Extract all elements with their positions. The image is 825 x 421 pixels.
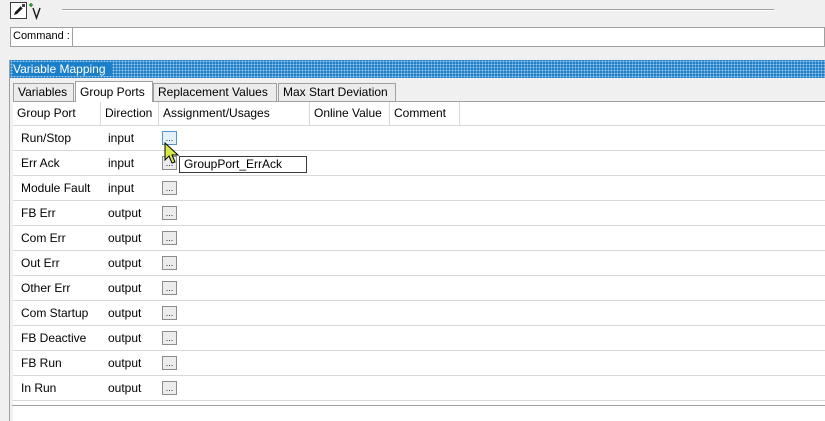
group-port-name: FB Run <box>21 356 62 370</box>
column-header-assignment-usages[interactable]: Assignment/Usages <box>159 102 310 125</box>
group-port-name: FB Err <box>21 206 56 220</box>
mouse-pointer-icon <box>164 141 180 166</box>
table-row[interactable]: Com Err output ... <box>13 226 825 251</box>
group-port-name: Run/Stop <box>21 131 72 145</box>
toolbar-separator <box>62 9 774 11</box>
direction-value: input <box>108 131 135 145</box>
direction-value: output <box>108 231 142 245</box>
direction-value: output <box>108 306 142 320</box>
tab-variables[interactable]: Variables <box>13 83 74 101</box>
panel-bottom-edge <box>12 405 825 406</box>
assignment-tooltip: GroupPort_ErrAck <box>179 156 307 173</box>
group-port-name: Com Startup <box>21 306 89 320</box>
tab-max-start-deviation[interactable]: Max Start Deviation <box>278 83 396 101</box>
toolbar <box>0 0 825 24</box>
table-row[interactable]: In Run output ... <box>13 376 825 401</box>
group-port-name: In Run <box>21 381 57 395</box>
command-input[interactable] <box>72 27 825 47</box>
table-row[interactable]: Other Err output ... <box>13 276 825 301</box>
group-port-name: Err Ack <box>21 156 60 170</box>
table-row[interactable]: Out Err output ... <box>13 251 825 276</box>
group-port-name: FB Deactive <box>21 331 87 345</box>
table-row[interactable]: Err Ack input ... <box>13 151 825 176</box>
assignment-browse-button[interactable]: ... <box>162 256 177 270</box>
group-port-name: Other Err <box>21 281 71 295</box>
direction-value: input <box>108 156 135 170</box>
tab-replacement-values[interactable]: Replacement Values <box>153 83 277 101</box>
assignment-browse-button[interactable]: ... <box>162 181 177 195</box>
variable-mapping-panel: Variable Mapping Variables Group Ports R… <box>9 60 825 421</box>
panel-title: Variable Mapping <box>13 62 112 76</box>
direction-value: output <box>108 381 142 395</box>
direction-value: input <box>108 181 135 195</box>
direction-value: output <box>108 281 142 295</box>
direction-value: output <box>108 331 142 345</box>
direction-value: output <box>108 256 142 270</box>
group-port-name: Com Err <box>21 231 66 245</box>
direction-value: output <box>108 206 142 220</box>
assignment-browse-button[interactable]: ... <box>162 356 177 370</box>
table-row[interactable]: FB Deactive output ... <box>13 326 825 351</box>
group-port-name: Module Fault <box>21 181 91 195</box>
column-header-group-port[interactable]: Group Port <box>13 102 101 125</box>
panel-title-bar: Variable Mapping <box>10 60 825 78</box>
tab-group-ports[interactable]: Group Ports <box>75 81 153 102</box>
direction-value: output <box>108 356 142 370</box>
assignment-browse-button[interactable]: ... <box>162 281 177 295</box>
assignment-browse-button[interactable]: ... <box>162 206 177 220</box>
assignment-browse-button[interactable]: ... <box>162 381 177 395</box>
table-row[interactable]: FB Run output ... <box>13 351 825 376</box>
table-row[interactable]: Com Startup output ... <box>13 301 825 326</box>
table-row[interactable]: Module Fault input ... <box>13 176 825 201</box>
command-bar: Command : <box>0 24 825 50</box>
table-header: Group Port Direction Assignment/Usages O… <box>13 102 825 126</box>
column-header-comment[interactable]: Comment <box>390 102 460 125</box>
table-row[interactable]: Run/Stop input ... <box>13 126 825 151</box>
group-port-name: Out Err <box>21 256 60 270</box>
column-header-online-value[interactable]: Online Value <box>310 102 390 125</box>
column-header-direction[interactable]: Direction <box>101 102 159 125</box>
command-label: Command : <box>10 27 72 47</box>
group-ports-table: Group Port Direction Assignment/Usages O… <box>13 101 825 421</box>
assignment-browse-button[interactable]: ... <box>162 231 177 245</box>
assignment-browse-button[interactable]: ... <box>162 331 177 345</box>
table-row[interactable]: FB Err output ... <box>13 201 825 226</box>
add-variable-icon[interactable] <box>27 1 47 21</box>
edit-pencil-icon[interactable] <box>10 2 27 19</box>
assignment-browse-button[interactable]: ... <box>162 306 177 320</box>
